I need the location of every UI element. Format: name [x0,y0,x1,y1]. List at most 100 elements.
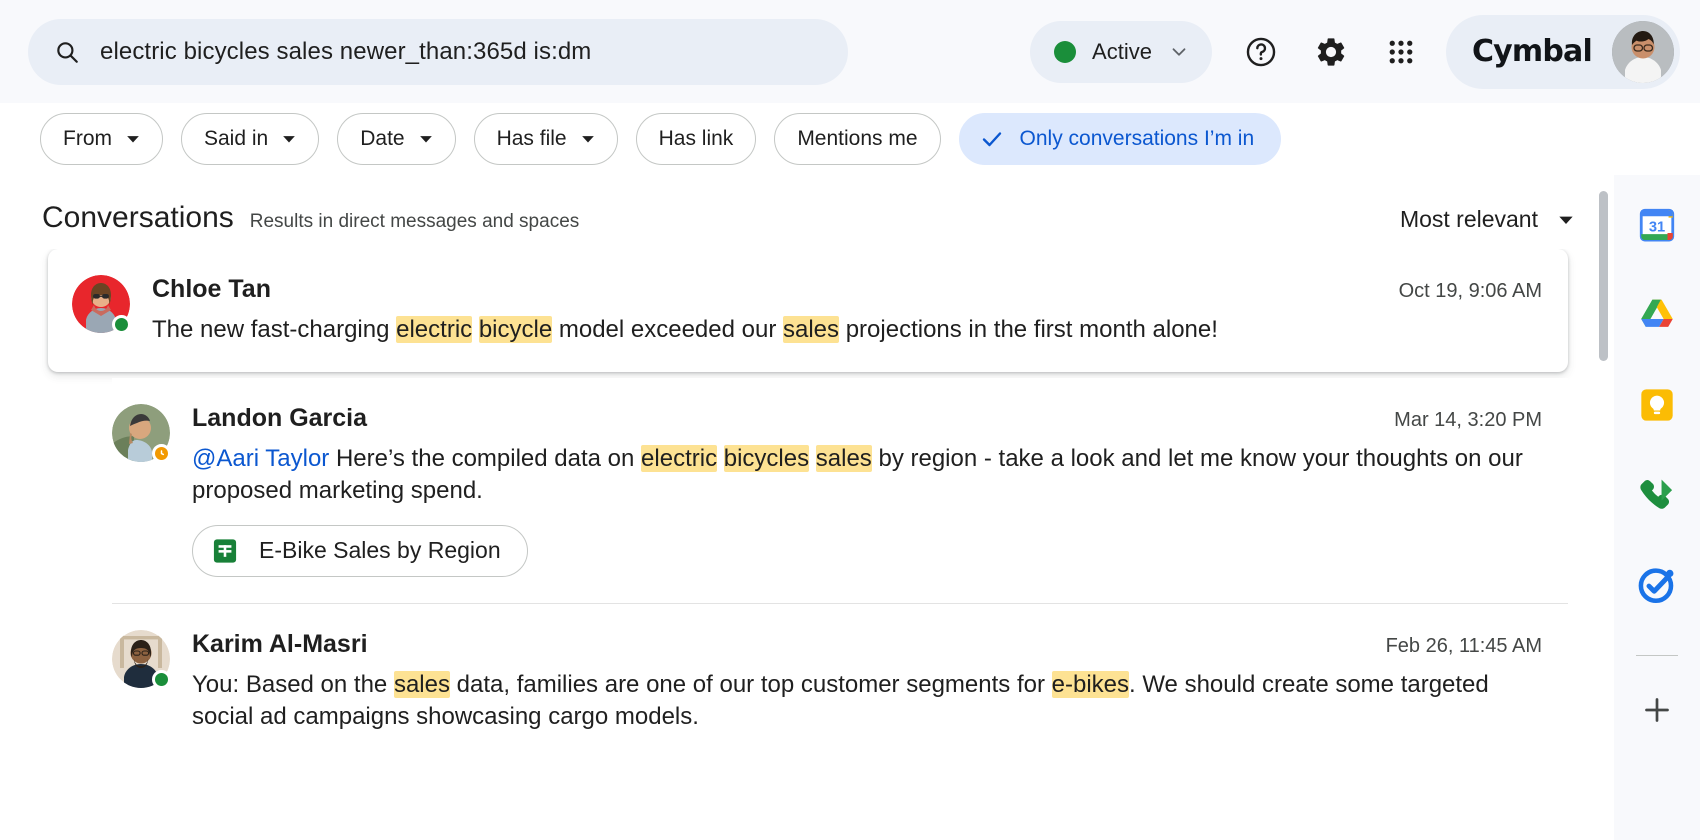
sender-name: Chloe Tan [152,275,271,303]
search-term-highlight: electric [396,316,473,343]
search-icon [54,39,80,65]
results-list: Chloe Tan Oct 19, 9:06 AM The new fast-c… [0,249,1614,840]
filter-chips-row: From Said in Date Has file Has link Ment… [0,103,1700,175]
attachment-chip[interactable]: E-Bike Sales by Region [192,524,528,577]
presence-indicator [112,315,131,334]
search-term-highlight: electric [641,444,718,472]
side-panel-rail: 31 [1614,175,1700,840]
presence-indicator [152,669,171,689]
google-voice-icon[interactable] [1631,469,1683,521]
snippet-text: data, families are one of our top custom… [449,670,1052,698]
list-item[interactable]: Landon Garcia Mar 14, 3:20 PM @Aari Tayl… [112,377,1568,603]
message-snippet: The new fast-charging electric bicycle m… [152,314,1542,346]
filter-chip-label: Said in [204,127,269,150]
results-header: Conversations Results in direct messages… [0,175,1614,249]
snippet-text: model exceeded our [552,316,783,343]
list-item[interactable]: Chloe Tan Oct 19, 9:06 AM The new fast-c… [48,249,1568,372]
apps-button[interactable] [1370,21,1432,83]
search-input[interactable]: electric bicycles sales newer_than:365d … [100,38,591,66]
caret-down-icon [1558,212,1574,228]
search-term-highlight: sales [393,670,450,698]
brand-logo: Cymbal [1471,34,1593,69]
filter-chip-has-link[interactable]: Has link [635,113,757,165]
snippet-text [472,316,479,343]
timestamp: Feb 26, 11:45 AM [1385,634,1542,657]
apps-grid-icon [1386,37,1416,67]
filter-chip-label: Has link [658,127,734,150]
scrollbar-thumb[interactable] [1599,191,1608,361]
attachment-label: E-Bike Sales by Region [259,537,501,564]
calendar-day-number: 31 [1649,219,1665,235]
result-header-row: Karim Al-Masri Feb 26, 11:45 AM [192,630,1542,659]
caret-down-icon [126,132,140,146]
filter-chip-label: Date [360,127,405,150]
add-app-button[interactable] [1631,684,1683,736]
avatar [72,275,131,334]
filter-chip-mentions-me[interactable]: Mentions me [774,113,941,165]
filter-chip-date[interactable]: Date [337,113,456,165]
body-area: Conversations Results in direct messages… [0,175,1700,840]
caret-down-icon [419,132,433,146]
google-drive-icon[interactable] [1631,289,1683,341]
result-body: Landon Garcia Mar 14, 3:20 PM @Aari Tayl… [192,404,1542,577]
chat-search-app: electric bicycles sales newer_than:365d … [0,0,1700,840]
status-label: Active [1092,38,1152,64]
google-tasks-icon[interactable] [1631,559,1683,611]
result-header-row: Chloe Tan Oct 19, 9:06 AM [152,275,1542,304]
avatar [112,629,171,689]
settings-button[interactable] [1300,21,1362,83]
mention-link[interactable]: @Aari Taylor [192,445,329,472]
avatar[interactable] [1612,20,1674,83]
help-circle-icon [1244,35,1278,69]
filter-chip-label: Mentions me [797,127,918,150]
timestamp: Oct 19, 9:06 AM [1398,280,1542,302]
status-pill[interactable]: Active [1030,20,1212,83]
filter-chip-label: Only conversations I’m in [1019,127,1255,150]
filter-chip-from[interactable]: From [40,113,163,165]
message-snippet: @Aari Taylor Here’s the compiled data on… [192,443,1542,507]
snippet-text: Here’s the compiled data on [329,444,642,472]
timestamp: Mar 14, 3:20 PM [1394,408,1542,431]
sort-dropdown[interactable]: Most relevant [1400,206,1574,233]
page-title: Conversations [42,201,234,234]
sort-label: Most relevant [1399,206,1538,232]
google-keep-icon[interactable] [1631,379,1683,431]
result-header-row: Landon Garcia Mar 14, 3:20 PM [192,404,1542,433]
results-subtitle: Results in direct messages and spaces [249,211,580,232]
snippet-text [717,445,724,472]
results-scrollbar[interactable] [1599,191,1608,761]
search-term-highlight: e-bikes [1051,670,1129,698]
avatar [112,403,171,463]
message-snippet: You: Based on the sales data, families a… [192,669,1542,733]
check-icon [980,127,1004,151]
caret-down-icon [282,132,296,146]
search-term-highlight: bicycles [723,444,810,472]
snippet-text [809,445,816,472]
presence-indicator [152,443,171,463]
search-term-highlight: sales [815,444,872,472]
search-bar[interactable]: electric bicycles sales newer_than:365d … [28,18,848,85]
caret-down-icon [581,132,595,146]
result-body: Karim Al-Masri Feb 26, 11:45 AM You: Bas… [192,630,1542,733]
top-bar: electric bicycles sales newer_than:365d … [0,0,1700,103]
sender-name: Karim Al-Masri [192,629,368,658]
filter-chip-said-in[interactable]: Said in [181,113,320,165]
gear-icon [1314,35,1348,69]
filter-chip-label: From [63,127,112,150]
search-term-highlight: sales [783,316,840,343]
filter-chip-only-conversations-im-in[interactable]: Only conversations I’m in [958,113,1282,165]
chevron-down-icon [1168,41,1190,63]
results-panel: Conversations Results in direct messages… [0,175,1614,840]
brand-account-pill[interactable]: Cymbal [1445,14,1680,89]
filter-chip-label: Has file [496,127,567,150]
help-button[interactable] [1230,21,1292,83]
filter-chip-has-file[interactable]: Has file [473,113,618,165]
sender-name: Landon Garcia [192,403,368,432]
snippet-text: projections in the first month alone! [839,316,1218,343]
google-calendar-icon[interactable]: 31 [1631,199,1683,251]
list-item[interactable]: Karim Al-Masri Feb 26, 11:45 AM You: Bas… [112,602,1568,759]
snippet-text: You: Based on the [192,670,394,698]
status-dot-icon [1054,40,1077,63]
snippet-text: The new fast-charging [152,316,397,343]
rail-divider [1636,655,1678,656]
